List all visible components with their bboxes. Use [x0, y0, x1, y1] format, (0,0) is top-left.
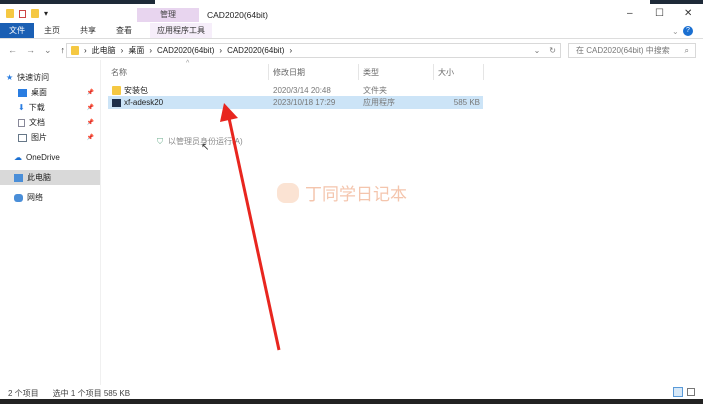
- details-view-icon[interactable]: [673, 387, 683, 397]
- taskbar-strip: [0, 399, 703, 404]
- item-count: 2 个项目: [8, 389, 39, 398]
- arrow-shaft: [227, 117, 281, 351]
- selected-size: 585 KB: [103, 389, 131, 398]
- selected-count: 选中 1 个项目: [52, 389, 102, 398]
- status-bar: 2 个项目 选中 1 个项目 585 KB: [8, 388, 130, 399]
- arrow-head: [220, 103, 238, 122]
- large-icons-view-icon[interactable]: [687, 388, 695, 396]
- red-arrow-annotation: [220, 103, 281, 351]
